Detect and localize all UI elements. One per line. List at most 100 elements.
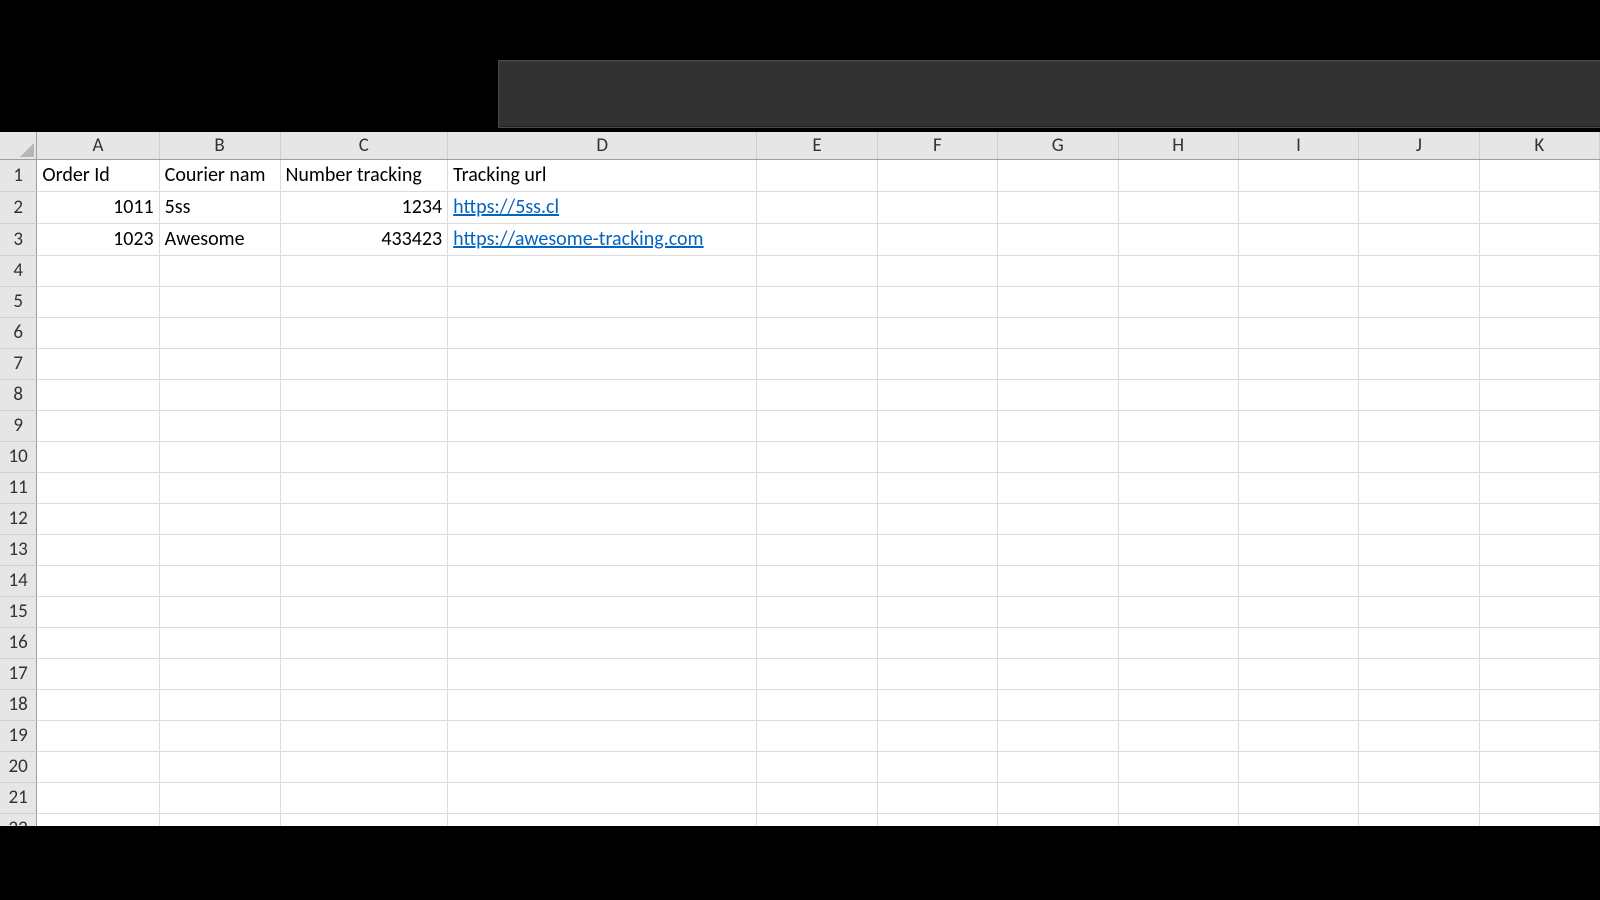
cell-J10[interactable]	[1359, 441, 1479, 472]
cell-E2[interactable]	[757, 191, 877, 223]
cell-F14[interactable]	[877, 565, 997, 596]
col-header-E[interactable]: E	[757, 132, 877, 159]
cell-I22[interactable]	[1238, 813, 1358, 826]
cell-B6[interactable]	[159, 317, 280, 348]
col-header-C[interactable]: C	[280, 132, 448, 159]
cell-K8[interactable]	[1479, 379, 1599, 410]
cell-I14[interactable]	[1238, 565, 1358, 596]
row-header-11[interactable]: 11	[0, 472, 37, 503]
cell-F2[interactable]	[877, 191, 997, 223]
cell-G17[interactable]	[998, 658, 1118, 689]
cell-F5[interactable]	[877, 286, 997, 317]
cell-H2[interactable]	[1118, 191, 1238, 223]
cell-E5[interactable]	[757, 286, 877, 317]
cell-J1[interactable]	[1359, 159, 1479, 191]
column-header-row[interactable]: A B C D E F G H I J K	[0, 132, 1600, 159]
tracking-url-link[interactable]: https://5ss.cl	[453, 195, 559, 219]
cell-G6[interactable]	[998, 317, 1118, 348]
cell-K3[interactable]	[1479, 223, 1599, 255]
cell-C21[interactable]	[280, 782, 448, 813]
cell-E11[interactable]	[757, 472, 877, 503]
cell-A8[interactable]	[37, 379, 159, 410]
cell-B4[interactable]	[159, 255, 280, 286]
cell-D6[interactable]	[448, 317, 757, 348]
cell-H15[interactable]	[1118, 596, 1238, 627]
cell-E14[interactable]	[757, 565, 877, 596]
cell-H12[interactable]	[1118, 503, 1238, 534]
cell-I21[interactable]	[1238, 782, 1358, 813]
cell-F11[interactable]	[877, 472, 997, 503]
row-header-14[interactable]: 14	[0, 565, 37, 596]
table-row[interactable]: 210115ss1234https://5ss.cl	[0, 191, 1600, 223]
table-row[interactable]: 13	[0, 534, 1600, 565]
cell-I20[interactable]	[1238, 751, 1358, 782]
cell-A19[interactable]	[37, 720, 159, 751]
cell-K1[interactable]	[1479, 159, 1599, 191]
cell-H11[interactable]	[1118, 472, 1238, 503]
col-header-F[interactable]: F	[877, 132, 997, 159]
cell-E18[interactable]	[757, 689, 877, 720]
cell-F4[interactable]	[877, 255, 997, 286]
table-row[interactable]: 22	[0, 813, 1600, 826]
cell-B13[interactable]	[159, 534, 280, 565]
cell-C12[interactable]	[280, 503, 448, 534]
cell-K15[interactable]	[1479, 596, 1599, 627]
cell-C18[interactable]	[280, 689, 448, 720]
cell-J16[interactable]	[1359, 627, 1479, 658]
cell-J8[interactable]	[1359, 379, 1479, 410]
cell-B11[interactable]	[159, 472, 280, 503]
cell-E21[interactable]	[757, 782, 877, 813]
cell-D7[interactable]	[448, 348, 757, 379]
cell-A17[interactable]	[37, 658, 159, 689]
cell-E8[interactable]	[757, 379, 877, 410]
table-row[interactable]: 11	[0, 472, 1600, 503]
cell-A14[interactable]	[37, 565, 159, 596]
cell-K14[interactable]	[1479, 565, 1599, 596]
cell-E7[interactable]	[757, 348, 877, 379]
cell-E22[interactable]	[757, 813, 877, 826]
cell-C8[interactable]	[280, 379, 448, 410]
cell-G10[interactable]	[998, 441, 1118, 472]
cell-D8[interactable]	[448, 379, 757, 410]
cell-F16[interactable]	[877, 627, 997, 658]
cell-I9[interactable]	[1238, 410, 1358, 441]
cell-F8[interactable]	[877, 379, 997, 410]
row-header-19[interactable]: 19	[0, 720, 37, 751]
cell-B7[interactable]	[159, 348, 280, 379]
cell-G12[interactable]	[998, 503, 1118, 534]
cell-G16[interactable]	[998, 627, 1118, 658]
table-row[interactable]: 12	[0, 503, 1600, 534]
cell-F13[interactable]	[877, 534, 997, 565]
row-header-9[interactable]: 9	[0, 410, 37, 441]
cell-D19[interactable]	[448, 720, 757, 751]
row-header-16[interactable]: 16	[0, 627, 37, 658]
cell-A12[interactable]	[37, 503, 159, 534]
cell-I6[interactable]	[1238, 317, 1358, 348]
cell-B9[interactable]	[159, 410, 280, 441]
cell-J18[interactable]	[1359, 689, 1479, 720]
cell-H6[interactable]	[1118, 317, 1238, 348]
cell-A9[interactable]	[37, 410, 159, 441]
cell-C19[interactable]	[280, 720, 448, 751]
cell-E1[interactable]	[757, 159, 877, 191]
cell-G11[interactable]	[998, 472, 1118, 503]
cell-D18[interactable]	[448, 689, 757, 720]
row-header-7[interactable]: 7	[0, 348, 37, 379]
cell-F1[interactable]	[877, 159, 997, 191]
cell-I12[interactable]	[1238, 503, 1358, 534]
cell-G9[interactable]	[998, 410, 1118, 441]
cell-K7[interactable]	[1479, 348, 1599, 379]
cell-A16[interactable]	[37, 627, 159, 658]
cell-B8[interactable]	[159, 379, 280, 410]
cell-F12[interactable]	[877, 503, 997, 534]
cell-J7[interactable]	[1359, 348, 1479, 379]
cell-G15[interactable]	[998, 596, 1118, 627]
cell-I8[interactable]	[1238, 379, 1358, 410]
col-header-G[interactable]: G	[998, 132, 1118, 159]
cell-E15[interactable]	[757, 596, 877, 627]
col-header-A[interactable]: A	[37, 132, 159, 159]
cell-H16[interactable]	[1118, 627, 1238, 658]
cell-J6[interactable]	[1359, 317, 1479, 348]
cell-G19[interactable]	[998, 720, 1118, 751]
cell-K4[interactable]	[1479, 255, 1599, 286]
